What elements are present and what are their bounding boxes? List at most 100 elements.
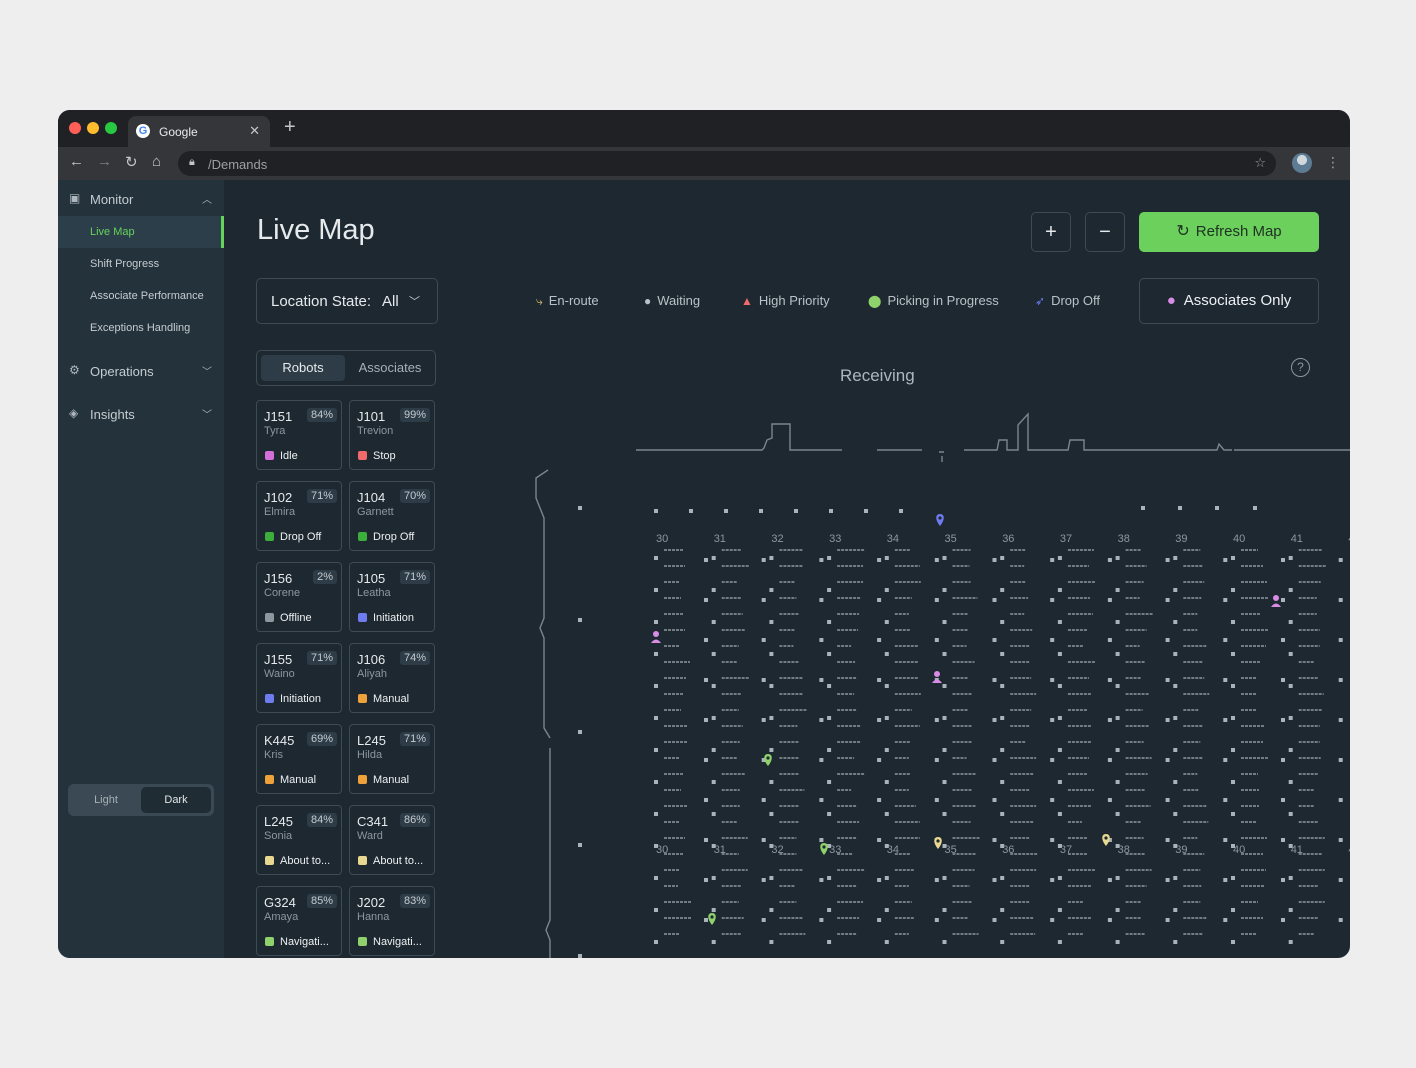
shelf-slot-dot (654, 588, 658, 592)
robot-card[interactable]: J151 84% Tyra Idle (256, 400, 342, 470)
shelf-slot-dot (704, 638, 708, 642)
robot-card[interactable]: J155 71% Waino Initiation (256, 643, 342, 713)
shelf-slot-dot (934, 558, 939, 562)
shelf-slot-dot (1231, 908, 1235, 912)
shelf-slot-dot (1288, 812, 1293, 816)
shelf-slot-dot (1165, 678, 1170, 682)
shelf-slot-dot (769, 588, 774, 592)
shelf-slot-dot (1288, 556, 1293, 560)
shelf-slot-dot (654, 908, 658, 912)
minimize-window-button[interactable] (87, 122, 99, 134)
theme-dark-option[interactable]: Dark (141, 787, 211, 813)
browser-tab[interactable]: G Google ✕ (128, 116, 270, 147)
sidebar-item-shift-progress[interactable]: Shift Progress (58, 248, 224, 280)
warehouse-map[interactable]: 3030313132323333343435353636373738383939… (472, 400, 1350, 958)
shelf-slot-dot (1288, 652, 1293, 656)
route-icon: ⤷ (536, 294, 543, 308)
shelf-slot-dot (761, 878, 766, 882)
sidebar-item-associate-performance[interactable]: Associate Performance (58, 280, 224, 312)
robot-card[interactable]: J106 74% Aliyah Manual (349, 643, 435, 713)
aisle-number-top: 37 (1060, 533, 1072, 545)
robot-name: Waino (264, 668, 295, 680)
chevron-down-icon: ﹀ (202, 367, 212, 378)
shelf-slot-dot (1281, 718, 1285, 722)
theme-light-option[interactable]: Light (71, 787, 141, 813)
forward-icon[interactable]: → (97, 153, 112, 170)
robot-card[interactable]: L245 71% Hilda Manual (349, 724, 435, 794)
robot-card[interactable]: J104 70% Garnett Drop Off (349, 481, 435, 551)
shelf-slot-dot (711, 620, 716, 624)
en-route-marker-icon (934, 837, 942, 849)
zoom-out-button[interactable]: − (1085, 212, 1125, 252)
close-window-button[interactable] (69, 122, 81, 134)
back-icon[interactable]: ← (69, 153, 84, 170)
legend-high-priority[interactable]: ▲ High Priority (741, 293, 830, 308)
reload-icon[interactable]: ↻ (125, 153, 138, 171)
robot-id: C341 (357, 814, 389, 829)
maximize-window-button[interactable] (105, 122, 117, 134)
sidebar-item-live-map[interactable]: Live Map (58, 216, 224, 248)
robot-card[interactable]: K445 69% Kris Manual (256, 724, 342, 794)
sidebar-section-insights[interactable]: ◈ Insights ﹀ (58, 399, 224, 429)
shelf-slot-dot (769, 652, 774, 656)
shelf-slot-dot (942, 620, 947, 624)
sidebar-section-monitor[interactable]: ▣ Monitor ︿ (58, 184, 224, 214)
zoom-in-button[interactable]: + (1031, 212, 1071, 252)
robot-card[interactable]: J156 2% Corene Offline (256, 562, 342, 632)
shelf-slot-dot (1057, 876, 1062, 880)
robot-card-list: J151 84% Tyra Idle J101 99% Trevion Stop J102 71%… (256, 400, 438, 958)
robot-battery-badge: 83% (399, 894, 430, 908)
shelf-slot-dot (654, 876, 658, 880)
shelf-slot-dot (1281, 798, 1285, 802)
legend-en-route[interactable]: ⤷ En-route (536, 293, 599, 309)
robot-status: Stop (358, 450, 432, 462)
associates-only-button[interactable]: ● Associates Only (1139, 278, 1319, 324)
shelf-slot-dot (1231, 556, 1235, 560)
dock-door-dot (578, 618, 582, 622)
sidebar-section-operations[interactable]: ⚙ Operations ﹀ (58, 356, 224, 386)
robot-card[interactable]: J102 71% Elmira Drop Off (256, 481, 342, 551)
robot-card[interactable]: J202 83% Hanna Navigati... (349, 886, 435, 956)
robot-status: Drop Off (358, 531, 432, 543)
tab-robots[interactable]: Robots (261, 355, 345, 381)
shelf-slot-dot (1173, 812, 1178, 816)
legend-drop-off[interactable]: ➶ Drop Off (1035, 293, 1100, 308)
location-state-select[interactable]: Location State: All ﹀ (256, 278, 438, 324)
new-tab-icon[interactable]: + (284, 117, 296, 137)
refresh-map-button[interactable]: ↻ Refresh Map (1139, 212, 1319, 252)
bookmark-star-icon[interactable]: ☆ (1254, 155, 1266, 171)
shelf-slot-dot (1057, 812, 1062, 816)
shelf-slot-dot (942, 684, 947, 688)
sidebar-section-label: Operations (90, 364, 154, 379)
shelf-slot-dot (761, 838, 766, 842)
profile-avatar[interactable] (1292, 153, 1312, 173)
shelf-slot-dot (1173, 844, 1178, 848)
shelf-slot-dot (877, 678, 882, 682)
robot-card[interactable]: J101 99% Trevion Stop (349, 400, 435, 470)
legend-waiting[interactable]: ● Waiting (644, 293, 700, 308)
robot-card[interactable]: C341 86% Ward About to... (349, 805, 435, 875)
aisle-number-top: 31 (714, 533, 726, 545)
shelf-slot-dot (769, 620, 774, 624)
robot-card[interactable]: J105 71% Leatha Initiation (349, 562, 435, 632)
robot-status: Idle (265, 450, 339, 462)
robot-status-label: Drop Off (373, 531, 415, 543)
browser-menu-icon[interactable]: ⋮ (1326, 154, 1340, 171)
home-icon[interactable]: ⌂ (152, 153, 161, 170)
robot-card[interactable]: G324 85% Amaya Navigati... (256, 886, 342, 956)
robot-battery-badge: 71% (399, 732, 430, 746)
address-bar[interactable]: 🔒︎ /Demands ☆ (178, 151, 1276, 176)
aisle-number-top: 30 (656, 533, 668, 545)
close-tab-icon[interactable]: ✕ (249, 123, 260, 139)
robot-status-label: Stop (373, 450, 396, 462)
shelf-slot-dot (942, 780, 947, 784)
shelf-slot-dot (704, 558, 708, 562)
tab-associates[interactable]: Associates (348, 355, 432, 381)
theme-toggle: Light Dark (68, 784, 214, 816)
shelf-slot-dot (942, 844, 947, 848)
help-icon[interactable]: ? (1291, 358, 1310, 377)
robot-card[interactable]: L245 84% Sonia About to... (256, 805, 342, 875)
shelf-slot-dot (1231, 748, 1235, 752)
sidebar-item-exceptions-handling[interactable]: Exceptions Handling (58, 312, 224, 344)
legend-picking-in-progress[interactable]: ⬤ Picking in Progress (868, 293, 999, 308)
